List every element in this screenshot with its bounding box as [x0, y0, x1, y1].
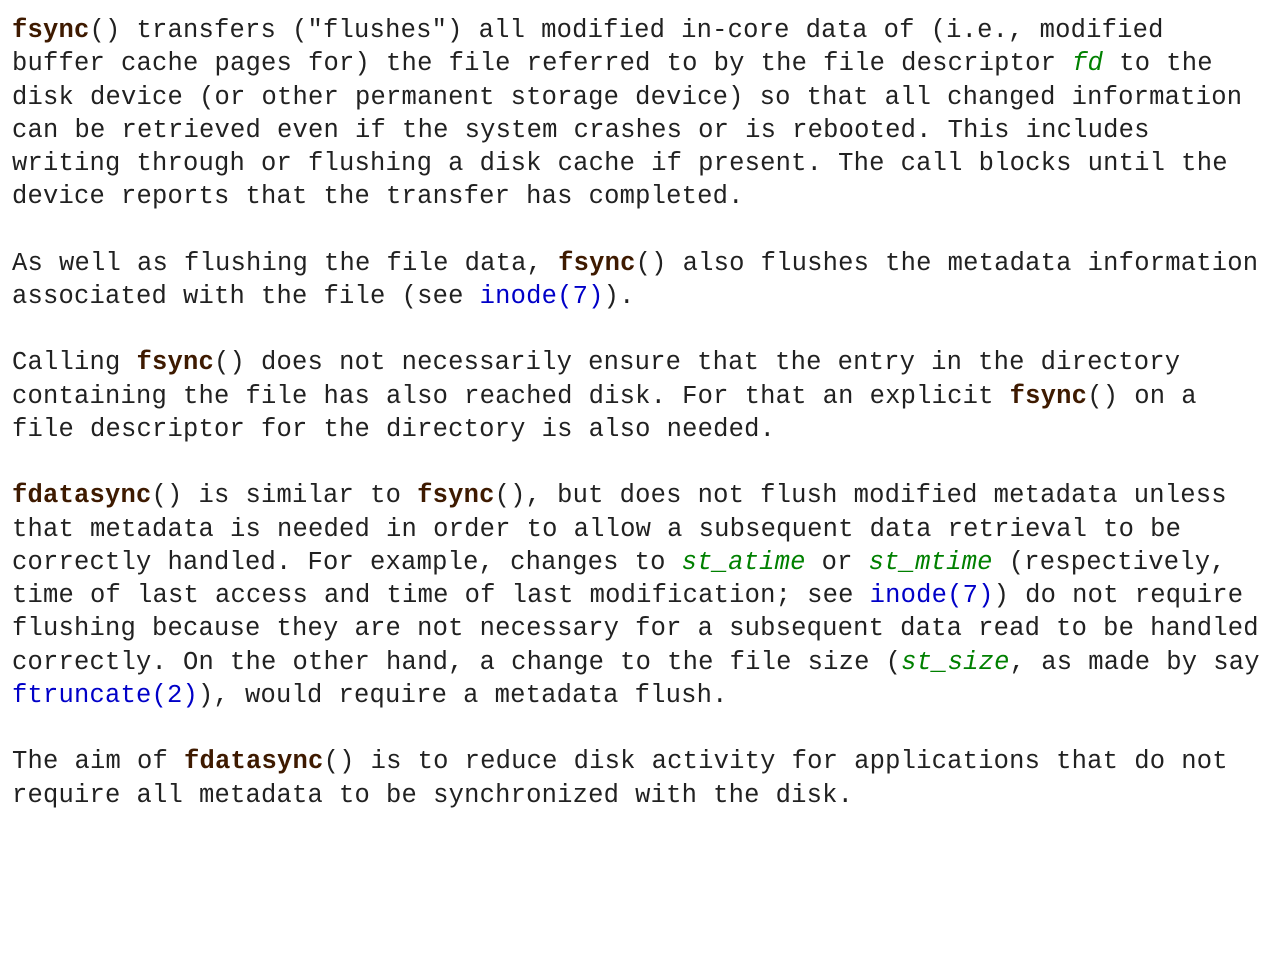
- body-text: ).: [604, 282, 635, 311]
- manpage-paragraph: Calling fsync() does not necessarily ens…: [12, 346, 1268, 446]
- manpage-paragraph: fsync() transfers ("flushes") all modifi…: [12, 14, 1268, 214]
- function-name: fsync: [417, 481, 495, 510]
- function-name: fsync: [137, 348, 215, 377]
- manpage-link[interactable]: inode(7): [870, 581, 994, 610]
- function-name: fsync: [12, 16, 90, 45]
- body-text: The aim of: [12, 747, 184, 776]
- body-text: () is similar to: [152, 481, 418, 510]
- body-text: or: [806, 548, 869, 577]
- body-text: As well as flushing the file data,: [12, 249, 558, 278]
- manpage-paragraph: As well as flushing the file data, fsync…: [12, 247, 1268, 314]
- function-name: fsync: [558, 249, 636, 278]
- manpage-paragraph: The aim of fdatasync() is to reduce disk…: [12, 745, 1268, 812]
- argument-name: st_atime: [682, 548, 806, 577]
- argument-name: st_mtime: [869, 548, 993, 577]
- manpage-link[interactable]: ftruncate(2): [12, 681, 198, 710]
- body-text: , as made by say: [1010, 648, 1260, 677]
- body-text: Calling: [12, 348, 137, 377]
- argument-name: st_size: [901, 648, 1010, 677]
- body-text: ), would require a metadata flush.: [198, 681, 728, 710]
- manpage-link[interactable]: inode(7): [480, 282, 604, 311]
- body-text: () transfers ("flushes") all modified in…: [12, 16, 1164, 78]
- function-name: fdatasync: [12, 481, 152, 510]
- function-name: fdatasync: [184, 747, 324, 776]
- function-name: fsync: [1010, 382, 1088, 411]
- manpage-paragraph: fdatasync() is similar to fsync(), but d…: [12, 479, 1268, 712]
- argument-name: fd: [1072, 49, 1103, 78]
